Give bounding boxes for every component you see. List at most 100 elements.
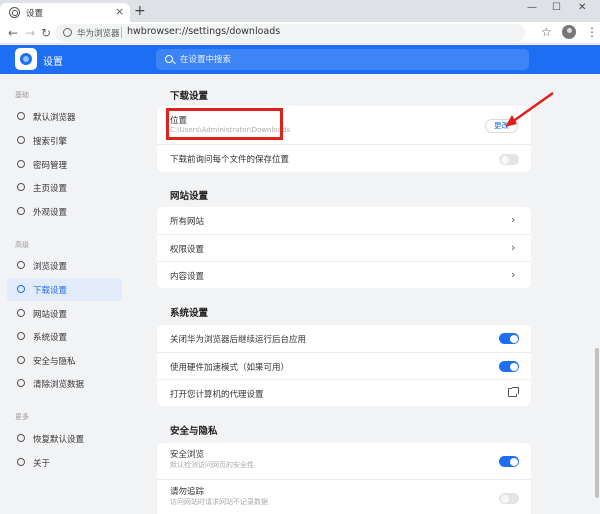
sidebar-item-label: 外观设置 xyxy=(33,208,68,218)
new-tab-button[interactable]: + xyxy=(134,3,146,19)
permissions-label: 权限设置 xyxy=(170,245,205,255)
all-sites-row[interactable]: 所有网站 › xyxy=(157,207,531,234)
star-icon[interactable]: ☆ xyxy=(541,25,552,39)
hardware-accel-row[interactable]: 使用硬件加速模式（如果可用） xyxy=(157,352,531,379)
back-arrow-icon[interactable]: ← xyxy=(8,25,18,41)
hardware-accel-label: 使用硬件加速模式（如果可用） xyxy=(170,363,290,373)
sidebar-item-browsing[interactable]: 浏览设置 xyxy=(7,254,122,277)
key-icon xyxy=(17,160,25,168)
settings-tab[interactable]: 设置 × xyxy=(0,3,130,22)
search-icon xyxy=(17,136,25,144)
sidebar-item-appearance[interactable]: 外观设置 xyxy=(7,200,122,223)
do-not-track-description: 访问网站时请求网站不记录数据 xyxy=(170,498,268,506)
trash-icon xyxy=(17,379,25,387)
sidebar-item-passwords[interactable]: 密码管理 xyxy=(7,153,122,176)
maximize-button[interactable]: ☐ xyxy=(552,2,561,13)
browser-icon xyxy=(17,112,25,120)
sidebar-item-label: 下载设置 xyxy=(33,286,68,296)
safe-browsing-description: 默认检测访问网页的安全性 xyxy=(170,461,254,469)
background-apps-row[interactable]: 关闭华为浏览器后继续运行后台应用 xyxy=(157,325,531,352)
change-location-button[interactable]: 更改 xyxy=(485,119,518,133)
page-title: 设置 xyxy=(43,57,63,68)
hardware-accel-toggle[interactable] xyxy=(499,361,519,372)
browser-toolbar: ← → ↻ 华为浏览器 hwbrowser://settings/downloa… xyxy=(0,22,600,44)
profile-icon[interactable] xyxy=(562,25,576,39)
sidebar-item-security-privacy[interactable]: 安全与隐私 xyxy=(7,349,122,372)
security-settings-card: 安全浏览 默认检测访问网页的安全性 请勿追踪 访问网站时请求网站不记录数据 xyxy=(157,443,531,514)
omnibox-url[interactable]: hwbrowser://settings/downloads xyxy=(127,26,280,37)
sidebar-item-label: 网站设置 xyxy=(33,310,68,320)
all-sites-label: 所有网站 xyxy=(170,217,205,227)
omnibox-divider xyxy=(121,27,122,38)
sidebar-item-about[interactable]: 关于 xyxy=(7,451,122,474)
sidebar-item-label: 密码管理 xyxy=(33,161,68,171)
sidebar-group-more: 更多 xyxy=(15,413,29,421)
download-icon xyxy=(17,285,25,293)
system-settings-card: 关闭华为浏览器后继续运行后台应用 使用硬件加速模式（如果可用） 打开您计算机的代… xyxy=(157,325,531,406)
settings-search-input[interactable] xyxy=(180,52,510,67)
scrollbar-thumb[interactable] xyxy=(595,348,599,498)
globe-icon xyxy=(17,309,25,317)
sidebar-item-default-browser[interactable]: 默认浏览器 xyxy=(7,105,122,128)
sidebar-item-label: 关于 xyxy=(33,459,51,469)
external-link-icon[interactable] xyxy=(508,387,519,397)
ask-location-toggle[interactable] xyxy=(499,154,519,165)
sidebar-item-search-engine[interactable]: 搜索引擎 xyxy=(7,129,122,152)
sidebar-item-label: 清除浏览数据 xyxy=(33,380,85,390)
safe-browsing-label: 安全浏览 xyxy=(170,450,205,460)
site-info-icon[interactable] xyxy=(63,28,72,37)
appearance-icon xyxy=(17,207,25,215)
permissions-row[interactable]: 权限设置 › xyxy=(157,234,531,261)
info-icon xyxy=(17,458,25,466)
sidebar-item-label: 安全与隐私 xyxy=(33,357,76,367)
minimize-button[interactable]: — xyxy=(527,2,537,13)
menu-icon[interactable]: ⋮ xyxy=(586,23,598,41)
restore-icon xyxy=(17,434,25,442)
chevron-right-icon: › xyxy=(511,213,516,226)
gear-icon xyxy=(17,332,25,340)
sidebar-item-restore-defaults[interactable]: 恢复默认设置 xyxy=(7,427,122,450)
reload-icon[interactable]: ↻ xyxy=(41,25,51,41)
site-settings-card: 所有网站 › 权限设置 › 内容设置 › xyxy=(157,207,531,288)
sidebar-item-label: 恢复默认设置 xyxy=(33,435,85,445)
sidebar-item-label: 主页设置 xyxy=(33,184,68,194)
address-bar[interactable]: 华为浏览器 hwbrowser://settings/downloads xyxy=(55,24,525,42)
sidebar-item-homepage[interactable]: 主页设置 xyxy=(7,176,122,199)
do-not-track-toggle[interactable] xyxy=(499,493,519,504)
proxy-settings-row[interactable]: 打开您计算机的代理设置 xyxy=(157,379,531,406)
background-apps-toggle[interactable] xyxy=(499,333,519,344)
close-window-button[interactable]: ✕ xyxy=(578,2,586,13)
safe-browsing-toggle[interactable] xyxy=(499,456,519,467)
content-settings-label: 内容设置 xyxy=(170,272,205,282)
section-title-download: 下载设置 xyxy=(170,91,209,102)
sidebar-item-downloads[interactable]: 下载设置 xyxy=(7,278,122,301)
settings-sidebar: 基础 默认浏览器 搜索引擎 密码管理 主页设置 外观设置 高级 浏览设置 下载设… xyxy=(0,74,128,514)
ask-location-row[interactable]: 下载前询问每个文件的保存位置 xyxy=(157,144,531,172)
ask-location-label: 下载前询问每个文件的保存位置 xyxy=(170,155,290,165)
sidebar-item-label: 系统设置 xyxy=(33,333,68,343)
section-title-security: 安全与隐私 xyxy=(170,426,218,437)
do-not-track-label: 请勿追踪 xyxy=(170,487,205,497)
sidebar-item-site-settings[interactable]: 网站设置 xyxy=(7,302,122,325)
annotation-highlight-box xyxy=(166,108,283,140)
tab-close-button[interactable]: × xyxy=(115,5,124,18)
home-icon xyxy=(17,183,25,191)
eye-icon xyxy=(17,261,25,269)
settings-search-box[interactable] xyxy=(156,49,529,70)
content-settings-row[interactable]: 内容设置 › xyxy=(157,261,531,288)
section-title-system: 系统设置 xyxy=(170,308,209,319)
shield-icon xyxy=(17,356,25,364)
sidebar-item-system[interactable]: 系统设置 xyxy=(7,325,122,348)
settings-header: 设置 xyxy=(0,45,600,74)
tab-title: 设置 xyxy=(26,9,44,19)
omnibox-site-name: 华为浏览器 xyxy=(77,29,120,39)
forward-arrow-icon[interactable]: → xyxy=(25,25,35,41)
sidebar-item-label: 浏览设置 xyxy=(33,262,68,272)
do-not-track-row[interactable]: 请勿追踪 访问网站时请求网站不记录数据 xyxy=(157,479,531,514)
tab-strip: 设置 × + — ☐ ✕ xyxy=(0,0,600,22)
gear-icon xyxy=(9,7,20,18)
section-title-site: 网站设置 xyxy=(170,191,209,202)
safe-browsing-row[interactable]: 安全浏览 默认检测访问网页的安全性 xyxy=(157,443,531,479)
sidebar-item-clear-data[interactable]: 清除浏览数据 xyxy=(7,372,122,395)
background-apps-label: 关闭华为浏览器后继续运行后台应用 xyxy=(170,335,307,345)
